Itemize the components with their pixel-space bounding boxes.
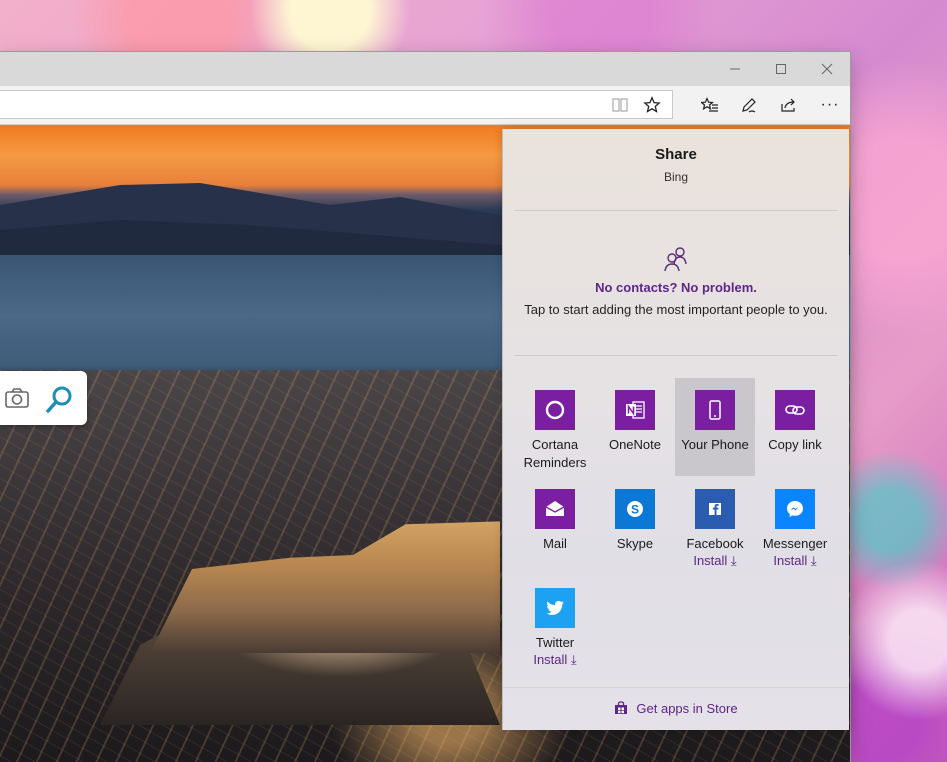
app-label: Messenger [762,536,828,551]
bing-search-box[interactable] [0,371,87,425]
favorite-star-icon [643,96,661,113]
pen-button[interactable] [729,86,769,124]
store-bag-icon [615,701,628,714]
title-bar [0,52,850,86]
share-panel: Share Bing No contacts? No problem. Tap … [503,129,849,730]
contacts-icon [664,247,687,272]
app-mail[interactable]: Mail [515,477,595,575]
mail-tile [535,489,575,529]
favorites-hub-button[interactable] [690,86,730,124]
app-messenger[interactable]: Messenger Install ⤓ [755,477,835,575]
get-apps-in-store-link[interactable]: Get apps in Store [503,701,849,721]
app-copy-link[interactable]: Copy link [755,378,835,476]
share-title: Share [655,146,697,163]
app-label: Cortana Reminders [523,437,587,470]
install-link[interactable]: Install ⤓ [515,651,595,669]
install-link[interactable]: Install ⤓ [755,552,835,570]
onenote-icon [626,401,645,419]
more-button[interactable]: ··· [810,86,850,124]
search-icon[interactable] [45,384,75,414]
pen-icon [742,98,756,113]
app-label: Mail [543,536,567,551]
cortana-icon [545,400,565,420]
no-contacts-heading[interactable]: No contacts? No problem. [503,280,849,295]
app-label: Twitter [535,635,575,650]
cortana-tile [535,390,575,430]
divider [515,210,837,211]
app-facebook[interactable]: Facebook Install ⤓ [675,477,755,575]
skype-icon: S [627,501,643,517]
facebook-icon [709,503,721,515]
app-label: Your Phone [681,437,749,452]
app-cortana-reminders[interactable]: Cortana Reminders [515,378,595,476]
close-button[interactable] [804,52,850,86]
maximize-icon [776,64,786,74]
share-icon [781,98,795,112]
contacts-hint: Tap to start adding the most important p… [524,302,828,317]
close-icon [821,63,833,75]
app-label: Skype [616,536,654,551]
share-source: Bing [663,170,689,184]
your-phone-tile [695,390,735,430]
app-onenote[interactable]: OneNote [595,378,675,476]
svg-text:S: S [631,503,639,517]
url-field[interactable] [0,90,673,119]
favorite-button[interactable] [632,86,672,124]
divider [503,687,849,688]
app-skype[interactable]: S Skype [595,477,675,575]
link-icon [785,405,805,415]
mail-icon [545,501,565,516]
app-label: Copy link [768,437,822,452]
share-button[interactable] [769,86,809,124]
phone-icon [709,400,721,420]
app-your-phone[interactable]: Your Phone [675,378,755,476]
install-link[interactable]: Install ⤓ [675,552,755,570]
app-label: OneNote [608,437,662,452]
app-twitter[interactable]: Twitter Install ⤓ [515,576,595,674]
minimize-icon [730,68,740,70]
divider [515,355,837,356]
address-bar: ··· [0,86,850,125]
skype-tile: S [615,489,655,529]
messenger-tile [775,489,815,529]
app-label: Facebook [686,536,744,551]
twitter-tile [535,588,575,628]
maximize-button[interactable] [758,52,804,86]
store-link-label: Get apps in Store [636,701,738,716]
twitter-icon [546,600,564,615]
camera-icon[interactable] [4,387,30,409]
messenger-icon [787,501,803,517]
copy-link-tile [775,390,815,430]
favorites-hub-icon [701,96,718,112]
facebook-tile [695,489,735,529]
onenote-tile [615,390,655,430]
reading-view-icon [612,98,628,112]
minimize-button[interactable] [712,52,758,86]
